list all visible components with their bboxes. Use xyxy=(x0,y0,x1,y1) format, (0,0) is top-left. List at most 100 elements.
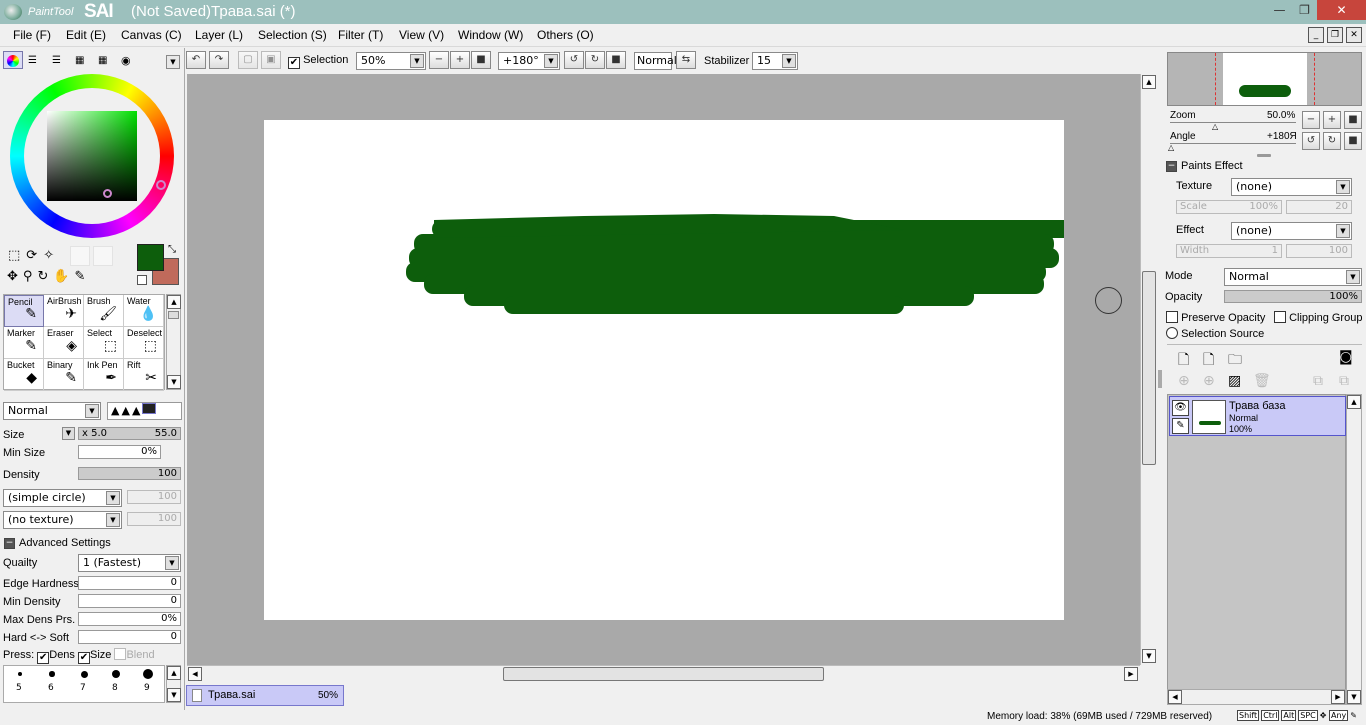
menu-window[interactable]: Window (W) xyxy=(458,28,523,42)
stabilizer-select[interactable]: 15 ▼ xyxy=(752,52,798,70)
layer-list-hscrollbar[interactable]: ◀ ▶ xyxy=(1167,689,1346,705)
rect-select-icon[interactable]: ⬚ xyxy=(8,248,26,263)
vertical-scroll-thumb[interactable] xyxy=(1142,271,1156,465)
merge-visible-icon[interactable]: ⧉ xyxy=(1339,373,1349,389)
mdi-close-icon[interactable]: ✕ xyxy=(1346,27,1362,43)
nav-zoom-out-icon[interactable]: − xyxy=(1302,111,1320,129)
min-density-slider[interactable]: 0 xyxy=(78,594,181,608)
brush-texture-amount[interactable]: 100 xyxy=(127,512,181,526)
preserve-opacity-checkbox[interactable] xyxy=(1166,311,1178,323)
size-preset-5[interactable]: 5 xyxy=(4,666,36,702)
color-wheel-tab[interactable] xyxy=(3,51,23,69)
angle-select[interactable]: +180° ▼ xyxy=(498,52,560,70)
pe-scale-amount[interactable]: 20 xyxy=(1286,200,1352,214)
tool-select[interactable]: Select ⬚ xyxy=(84,327,124,359)
selection-toggle[interactable]: ✔ Selection xyxy=(288,54,348,69)
tool-eraser[interactable]: Eraser ◈ xyxy=(44,327,84,359)
press-size-checkbox[interactable]: ✔ xyxy=(78,652,90,664)
pe-width-slider[interactable]: Width 1 xyxy=(1176,244,1282,258)
clipping-group-checkbox[interactable] xyxy=(1274,311,1286,323)
pe-effect-select[interactable]: (none) ▼ xyxy=(1231,222,1352,240)
size-preset-6[interactable]: 6 xyxy=(36,666,68,702)
zoom-reset-icon[interactable]: ■ xyxy=(471,51,491,69)
tool-rift[interactable]: Rift ✂ xyxy=(124,359,164,391)
scroll-left-icon[interactable]: ◀ xyxy=(1168,690,1182,704)
scroll-up-icon[interactable]: ▲ xyxy=(167,666,181,680)
layer-opacity-slider[interactable]: 100% xyxy=(1224,290,1362,303)
size-multiplier-icon[interactable]: ▼ xyxy=(62,427,75,440)
layer-list-scrollbar[interactable]: ▲ ▼ xyxy=(1346,394,1362,705)
menu-canvas[interactable]: Canvas (C) xyxy=(121,28,182,42)
tool-grid-scrollbar[interactable]: ▲ ▼ xyxy=(166,294,181,390)
panel-splitter-grip[interactable] xyxy=(1257,154,1271,157)
scroll-left-icon[interactable]: ◀ xyxy=(188,667,202,681)
hard-soft-slider[interactable]: 0 xyxy=(78,630,181,644)
invert-selection-icon[interactable]: ▣ xyxy=(261,51,281,69)
zoom-out-icon[interactable]: − xyxy=(429,51,449,69)
nav-zoom-slider[interactable] xyxy=(1170,122,1296,123)
selection-checkbox-icon[interactable]: ✔ xyxy=(288,57,300,69)
press-blend-checkbox[interactable] xyxy=(114,648,127,660)
duplicate-layer-icon[interactable]: ⧉ xyxy=(1313,373,1323,389)
slider-thumb-icon[interactable]: △ xyxy=(1168,143,1174,152)
magic-wand-icon[interactable]: ✧ xyxy=(43,248,60,263)
selection-source-radio[interactable] xyxy=(1166,327,1178,339)
eyedropper-icon[interactable]: ✎ xyxy=(75,269,91,284)
tool-ink-pen[interactable]: Ink Pen ✒ xyxy=(84,359,124,391)
menu-file[interactable]: File (F) xyxy=(13,28,51,42)
new-linework-layer-icon[interactable]: 🗋 xyxy=(1203,349,1214,373)
size-preset-7[interactable]: 7 xyxy=(68,666,100,702)
saturation-value-square[interactable] xyxy=(47,111,137,201)
tip-flat-icon[interactable] xyxy=(142,403,157,414)
tool-binary[interactable]: Binary ✎ xyxy=(44,359,84,391)
swap-colors-icon[interactable]: ⤡ xyxy=(168,244,176,255)
layer-mask-icon[interactable]: ◙ xyxy=(1339,349,1353,365)
hue-picker-handle[interactable] xyxy=(156,180,166,190)
slider-thumb-icon[interactable]: △ xyxy=(1212,122,1218,131)
presets-scrollbar[interactable]: ▲ ▼ xyxy=(166,665,181,703)
scroll-up-icon[interactable]: ▲ xyxy=(1347,395,1361,409)
mdi-restore-icon[interactable]: ❐ xyxy=(1327,27,1343,43)
flip-horizontal-icon[interactable]: ⇆ xyxy=(676,51,696,69)
swatches-tab[interactable]: ▦ xyxy=(75,55,84,66)
nav-angle-slider[interactable] xyxy=(1170,143,1296,144)
size-slider[interactable]: x 5.0 55.0 xyxy=(78,427,181,440)
density-slider[interactable]: 100 xyxy=(78,467,181,480)
size-preset-9[interactable]: 9 xyxy=(132,666,164,702)
tip-soft-icon[interactable]: ▲ xyxy=(132,404,142,417)
menu-selection[interactable]: Selection (S) xyxy=(258,28,327,42)
size-preset-8[interactable]: 8 xyxy=(100,666,132,702)
zoom-icon[interactable]: ⚲ xyxy=(23,269,38,284)
scroll-down-icon[interactable]: ▼ xyxy=(1347,690,1361,704)
undo-icon[interactable]: ↶ xyxy=(186,51,206,69)
delete-layer-icon[interactable]: 🗑 xyxy=(1253,373,1271,389)
tool-water[interactable]: Water 💧 xyxy=(124,295,164,327)
zoom-in-icon[interactable]: + xyxy=(450,51,470,69)
transparent-color-icon[interactable] xyxy=(137,275,147,285)
hand-icon[interactable]: ✋ xyxy=(53,269,74,284)
tip-hard-icon[interactable]: ▲ xyxy=(111,404,121,417)
maximize-button[interactable]: ❐ xyxy=(1292,0,1317,20)
scroll-down-icon[interactable]: ▼ xyxy=(167,375,181,389)
tool-airbrush[interactable]: AirBrush ✈ xyxy=(44,295,84,327)
new-folder-icon[interactable]: 🗀 xyxy=(1228,349,1242,373)
brush-shape-amount[interactable]: 100 xyxy=(127,490,181,504)
visibility-eye-icon[interactable]: 👁 xyxy=(1172,400,1189,416)
scratchpad-tab[interactable]: ▦ xyxy=(98,55,107,66)
rotate-reset-icon[interactable]: ■ xyxy=(606,51,626,69)
panel-resize-grip[interactable] xyxy=(1158,370,1162,388)
brush-tip-shapes[interactable]: ▲▲▲ xyxy=(107,402,182,420)
minimize-button[interactable]: — xyxy=(1267,0,1292,20)
paints-effect-header[interactable]: Paints Effect xyxy=(1181,160,1243,172)
canvas-paper[interactable] xyxy=(264,120,1080,620)
rotate-right-icon[interactable]: ↻ xyxy=(585,51,605,69)
menu-edit[interactable]: Edit (E) xyxy=(66,28,106,42)
layer-row[interactable]: 👁 ✎ Трава база Normal 100% xyxy=(1169,396,1346,436)
menu-others[interactable]: Others (O) xyxy=(537,28,594,42)
hsv-sliders-tab[interactable]: ☰ xyxy=(52,55,61,66)
press-dens-checkbox[interactable]: ✔ xyxy=(37,652,50,664)
tip-medium-icon[interactable]: ▲ xyxy=(121,404,131,417)
lasso-icon[interactable]: ⟳ xyxy=(26,248,43,263)
brush-texture-select[interactable]: (no texture) ▼ xyxy=(3,511,122,529)
menu-view[interactable]: View (V) xyxy=(399,28,444,42)
